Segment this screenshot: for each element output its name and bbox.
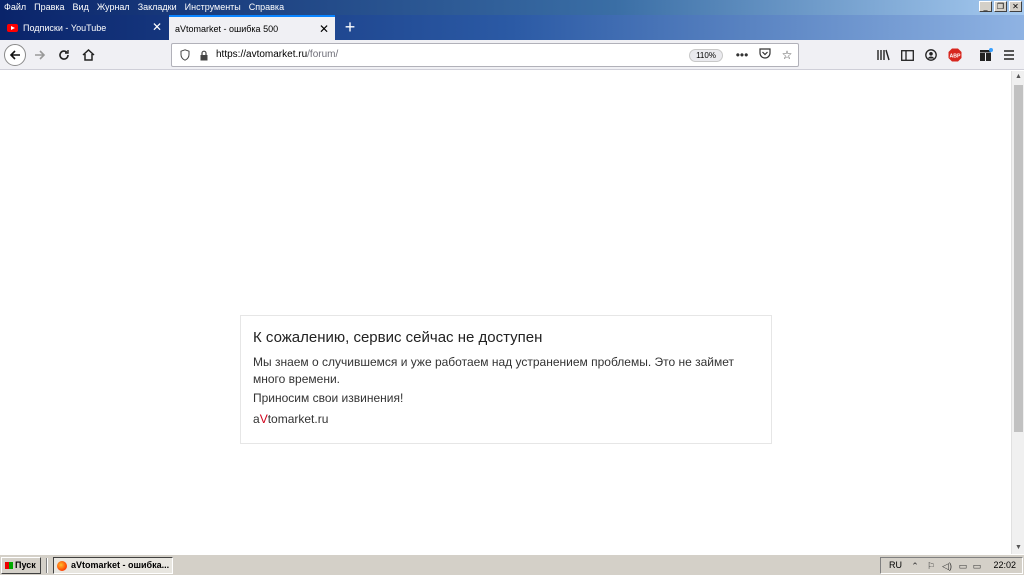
page-content: К сожалению, сервис сейчас не доступен М… — [0, 71, 1011, 554]
url-path: /forum/ — [307, 49, 339, 60]
bookmark-star-icon[interactable]: ☆ — [779, 47, 795, 63]
home-icon — [81, 49, 95, 61]
firefox-icon — [57, 561, 67, 571]
adblock-label: ABP — [950, 53, 961, 59]
restore-button[interactable]: ❐ — [994, 1, 1007, 12]
taskbar-firefox-button[interactable]: aVtomarket - ошибка... — [53, 557, 173, 574]
page-actions-icon[interactable]: ••• — [734, 47, 750, 63]
youtube-icon — [7, 23, 18, 32]
taskbar: Пуск aVtomarket - ошибка... RU ⌃ ⚐ ◁) ▭ … — [0, 554, 1024, 575]
brand-prefix: a — [253, 412, 260, 426]
language-indicator[interactable]: RU — [889, 560, 902, 570]
brand-accent: V — [259, 412, 268, 426]
new-tab-button[interactable]: + — [342, 18, 358, 36]
menu-bookmarks[interactable]: Закладки — [134, 0, 181, 15]
reload-button[interactable] — [53, 44, 75, 66]
error-message: Мы знаем о случившемся и уже работаем на… — [253, 355, 735, 386]
error-title: К сожалению, сервис сейчас не доступен — [253, 329, 543, 346]
shield-icon[interactable] — [180, 49, 190, 61]
window-controls: _ ❐ ✕ — [979, 1, 1022, 12]
close-tab-icon[interactable]: ✕ — [319, 23, 329, 35]
url-host: https://avtomarket.ru — [216, 49, 308, 60]
tab-label: aVtomarket - ошибка 500 — [175, 23, 279, 34]
forward-button[interactable] — [29, 44, 51, 66]
pocket-icon[interactable] — [757, 47, 773, 63]
menu-icon[interactable] — [1000, 46, 1018, 64]
reload-icon — [59, 50, 69, 60]
menu-tools[interactable]: Инструменты — [181, 0, 245, 15]
menu-edit[interactable]: Правка — [30, 0, 68, 15]
menu-history[interactable]: Журнал — [93, 0, 134, 15]
home-button[interactable] — [77, 44, 99, 66]
url-bar[interactable]: https://avtomarket.ru/forum/ 110% ••• ☆ — [171, 43, 799, 67]
vertical-scrollbar[interactable]: ▲ ▼ — [1011, 71, 1024, 554]
sidebar-icon[interactable] — [898, 46, 916, 64]
close-window-button[interactable]: ✕ — [1009, 1, 1022, 12]
error-box: К сожалению, сервис сейчас не доступен М… — [240, 315, 772, 444]
title-bar: Файл Правка Вид Журнал Закладки Инструме… — [0, 0, 1024, 15]
scroll-up-icon[interactable]: ▲ — [1012, 71, 1024, 83]
taskbar-separator — [46, 558, 48, 573]
brand-name: aVtomarket.ru — [253, 412, 328, 426]
lock-icon[interactable] — [199, 50, 209, 61]
nav-toolbar: https://avtomarket.ru/forum/ 110% ••• ☆ … — [0, 40, 1024, 70]
task-label: aVtomarket - ошибка... — [71, 560, 170, 570]
flag-icon[interactable]: ⚐ — [925, 560, 937, 572]
zoom-indicator[interactable]: 110% — [689, 49, 723, 62]
url-text[interactable]: https://avtomarket.ru/forum/ — [216, 49, 338, 60]
show-hidden-icon[interactable]: ⌃ — [909, 560, 921, 572]
scroll-down-icon[interactable]: ▼ — [1012, 542, 1024, 554]
minimize-button[interactable]: _ — [979, 1, 992, 12]
volume-icon[interactable]: ◁) — [941, 560, 953, 572]
display-icon[interactable]: ▭ — [971, 560, 983, 572]
library-icon[interactable] — [874, 46, 892, 64]
network-icon[interactable]: ▭ — [957, 560, 969, 572]
scroll-thumb[interactable] — [1014, 85, 1023, 432]
error-apology: Приносим свои извинения! — [253, 391, 404, 405]
tab-strip: Подписки - YouTube ✕ aVtomarket - ошибка… — [0, 15, 1024, 40]
adblock-icon[interactable]: ABP — [946, 46, 964, 64]
tab-label: Подписки - YouTube — [23, 22, 107, 33]
windows-logo-icon — [5, 562, 13, 569]
arrow-left-icon — [9, 50, 20, 60]
system-tray: RU ⌃ ⚐ ◁) ▭ ▭ 22:02 — [880, 557, 1023, 574]
menu-bar: Файл Правка Вид Журнал Закладки Инструме… — [0, 0, 288, 15]
tab-avtomarket[interactable]: aVtomarket - ошибка 500 ✕ — [169, 15, 335, 40]
arrow-right-icon — [35, 50, 46, 60]
back-button[interactable] — [4, 44, 26, 66]
account-icon[interactable] — [922, 46, 940, 64]
brand-suffix: tomarket.ru — [267, 412, 329, 426]
start-button[interactable]: Пуск — [1, 557, 41, 574]
extensions-icon[interactable] — [977, 46, 995, 64]
menu-view[interactable]: Вид — [69, 0, 93, 15]
menu-help[interactable]: Справка — [245, 0, 288, 15]
close-tab-icon[interactable]: ✕ — [152, 21, 162, 33]
menu-file[interactable]: Файл — [0, 0, 30, 15]
start-label: Пуск — [15, 560, 36, 570]
clock[interactable]: 22:02 — [993, 560, 1016, 570]
tab-youtube[interactable]: Подписки - YouTube ✕ — [0, 15, 168, 40]
